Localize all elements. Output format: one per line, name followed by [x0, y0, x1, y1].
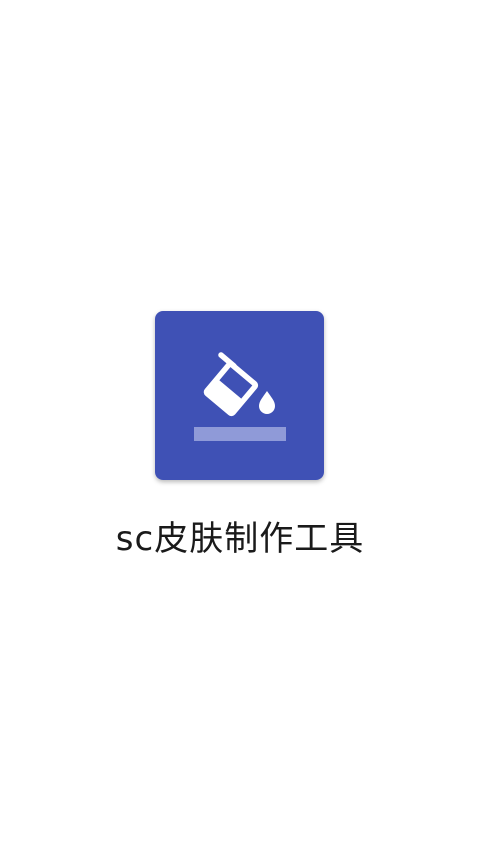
- color-bar: [194, 427, 286, 441]
- splash-screen: sc皮肤制作工具: [0, 0, 480, 857]
- app-name: sc皮肤制作工具: [115, 519, 365, 559]
- app-icon: [155, 311, 324, 480]
- icon-background: [155, 311, 324, 480]
- paint-bucket-icon: [155, 311, 324, 480]
